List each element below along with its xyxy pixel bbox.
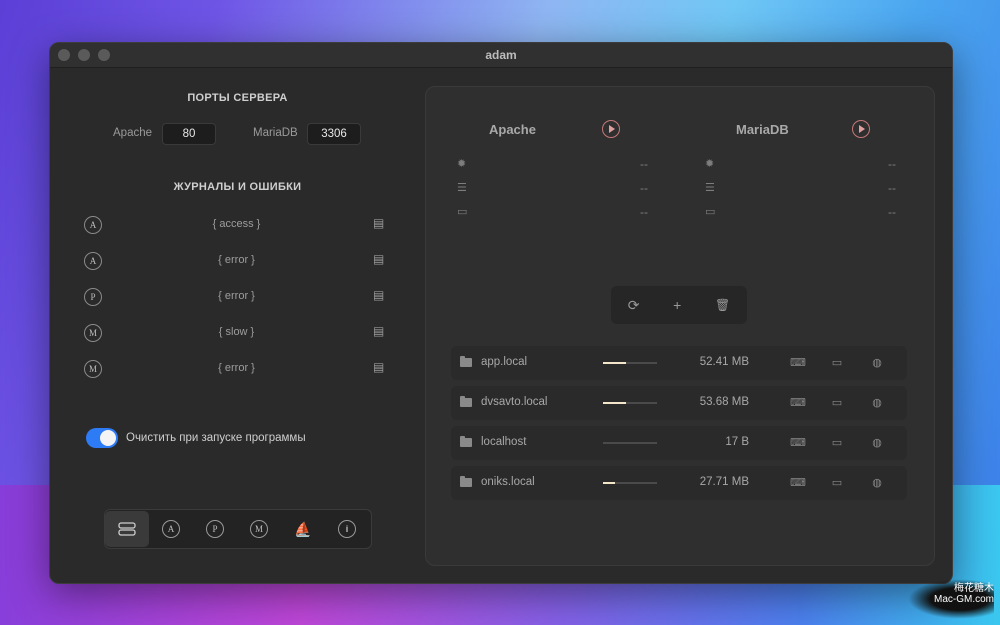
site-usage-bar	[603, 442, 657, 444]
tab-ship[interactable]: ⛵	[281, 511, 325, 547]
site-usage-fill	[603, 482, 615, 484]
process-tree-icon: ☰	[457, 182, 467, 194]
mariadb-start-button[interactable]	[852, 120, 870, 138]
app-window: adam ПОРТЫ СЕРВЕРА Apache 80 MariaDB 330…	[49, 42, 953, 584]
monitor-icon[interactable]: ▭	[830, 436, 844, 450]
add-icon[interactable]: +	[673, 297, 681, 313]
log-row[interactable]: M { slow } ▤	[84, 316, 389, 350]
terminal-icon[interactable]: ⌨	[790, 436, 806, 450]
trash-icon[interactable]: 🗑	[715, 298, 730, 312]
php-icon: P	[206, 520, 224, 538]
log-name: { error }	[218, 362, 255, 374]
monitor-icon[interactable]: ▭	[830, 396, 844, 410]
tab-servers[interactable]	[105, 511, 149, 547]
terminal-icon[interactable]: ⌨	[790, 396, 806, 410]
mariadb-port-input[interactable]: 3306	[307, 123, 361, 145]
clear-on-start-toggle[interactable]	[86, 428, 118, 448]
right-panel: Apache MariaDB ✹ -- ☰ -- ▭ -- ✹ -- ☰ -- …	[425, 86, 935, 566]
apache-memory-value: --	[640, 205, 648, 219]
apache-service-name: Apache	[489, 122, 536, 137]
log-name: { slow }	[218, 326, 255, 338]
tab-php[interactable]: P	[193, 511, 237, 547]
log-row[interactable]: P { error } ▤	[84, 280, 389, 314]
log-file-icon[interactable]: ▤	[373, 360, 389, 376]
monitor-icon[interactable]: ▭	[830, 476, 844, 490]
apache-processes-value: --	[640, 181, 648, 195]
site-row[interactable]: dvsavto.local 53.68 MB ⌨ ▭ ◍	[451, 386, 907, 420]
log-row[interactable]: A { access } ▤	[84, 208, 389, 242]
apache-start-button[interactable]	[602, 120, 620, 138]
mariadb-service-name: MariaDB	[736, 122, 789, 137]
site-usage-fill	[603, 362, 626, 364]
site-name: oniks.local	[481, 476, 535, 488]
site-name: app.local	[481, 356, 528, 368]
left-panel: ПОРТЫ СЕРВЕРА Apache 80 MariaDB 3306 ЖУР…	[50, 68, 425, 583]
site-usage-bar	[603, 402, 657, 404]
log-file-icon[interactable]: ▤	[373, 324, 389, 340]
mariadb-memory-value: --	[888, 205, 896, 219]
site-size: 52.41 MB	[699, 356, 749, 368]
mariadb-icon: M	[250, 520, 268, 538]
mariadb-port-label: MariaDB	[253, 127, 298, 139]
folder-icon	[460, 436, 472, 447]
tab-mariadb[interactable]: M	[237, 511, 281, 547]
process-tree-icon: ☰	[705, 182, 715, 194]
cpu-icon: ✹	[705, 158, 715, 170]
terminal-icon[interactable]: ⌨	[790, 476, 806, 490]
apache-port-input[interactable]: 80	[162, 123, 216, 145]
site-row[interactable]: app.local 52.41 MB ⌨ ▭ ◍	[451, 346, 907, 380]
site-name: dvsavto.local	[481, 396, 548, 408]
apache-cpu-value: --	[640, 157, 648, 171]
site-row[interactable]: localhost 17 B ⌨ ▭ ◍	[451, 426, 907, 460]
memory-icon: ▭	[705, 206, 716, 218]
globe-icon[interactable]: ◍	[870, 436, 884, 450]
folder-icon	[460, 396, 472, 407]
log-file-icon[interactable]: ▤	[373, 216, 389, 232]
logs-heading: ЖУРНАЛЫ И ОШИБКИ	[173, 181, 302, 193]
globe-icon[interactable]: ◍	[870, 396, 884, 410]
watermark-line1: 梅花糖木	[954, 583, 994, 594]
globe-icon[interactable]: ◍	[870, 356, 884, 370]
site-usage-fill	[603, 402, 627, 404]
log-name: { error }	[218, 254, 255, 266]
bottom-tab-bar: A P M ⛵ i	[104, 509, 372, 549]
globe-icon[interactable]: ◍	[870, 476, 884, 490]
memory-icon: ▭	[457, 206, 468, 218]
apache-port-label: Apache	[113, 127, 153, 139]
site-size: 53.68 MB	[699, 396, 749, 408]
site-usage-bar	[603, 482, 657, 484]
site-size: 27.71 MB	[699, 476, 749, 488]
log-row[interactable]: M { error } ▤	[84, 352, 389, 386]
log-name: { error }	[218, 290, 255, 302]
terminal-icon[interactable]: ⌨	[790, 356, 806, 370]
info-icon: i	[338, 520, 356, 538]
site-name: localhost	[481, 436, 527, 448]
tab-info[interactable]: i	[325, 511, 369, 547]
clear-on-start-label: Очистить при запуске программы	[126, 432, 306, 444]
site-usage-bar	[603, 362, 657, 364]
cpu-icon: ✹	[457, 158, 467, 170]
apache-icon: A	[162, 520, 180, 538]
mariadb-processes-value: --	[888, 181, 896, 195]
log-name: { access }	[212, 218, 261, 230]
refresh-icon[interactable]: ⟳	[628, 297, 640, 314]
log-row[interactable]: A { error } ▤	[84, 244, 389, 278]
site-size: 17 B	[725, 436, 749, 448]
ship-icon: ⛵	[294, 520, 312, 537]
mariadb-cpu-value: --	[888, 157, 896, 171]
site-row[interactable]: oniks.local 27.71 MB ⌨ ▭ ◍	[451, 466, 907, 500]
titlebar: adam	[50, 43, 952, 68]
folder-icon	[460, 476, 472, 487]
log-file-icon[interactable]: ▤	[373, 288, 389, 304]
monitor-icon[interactable]: ▭	[830, 356, 844, 370]
watermark: 梅花糖木 Mac-GM.com	[908, 579, 994, 619]
watermark-line2: Mac-GM.com	[934, 594, 994, 605]
ports-heading: ПОРТЫ СЕРВЕРА	[187, 92, 288, 104]
log-file-icon[interactable]: ▤	[373, 252, 389, 268]
tab-apache[interactable]: A	[149, 511, 193, 547]
server-icon	[118, 522, 136, 536]
window-title: adam	[485, 48, 517, 62]
folder-icon	[460, 356, 472, 367]
sites-toolbar: ⟳ + 🗑	[611, 286, 747, 324]
